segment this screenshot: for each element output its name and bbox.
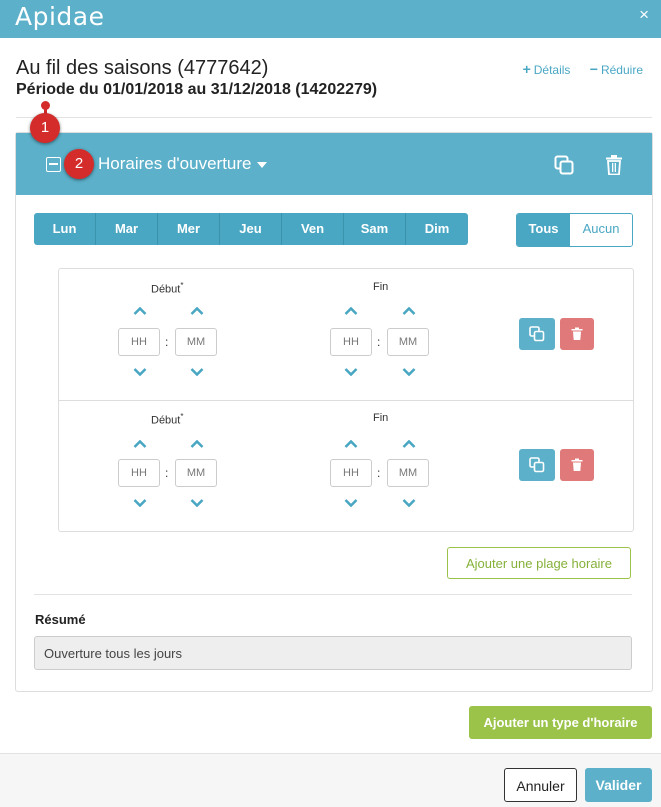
chevron-up-icon[interactable] [402,440,416,448]
time-separator: : [165,466,169,480]
duplicate-slot-button[interactable] [519,449,555,481]
summary-field: Ouverture tous les jours [34,636,632,670]
all-none-toggle: Tous Aucun [516,213,633,247]
chevron-down-icon[interactable] [190,368,204,376]
day-ven[interactable]: Ven [282,213,344,245]
start-label: Début* [151,281,184,296]
delete-slot-button[interactable] [560,318,594,350]
copy-icon [529,457,545,473]
time-separator: : [165,335,169,349]
chevron-down-icon[interactable] [133,368,147,376]
day-dim[interactable]: Dim [406,213,468,245]
chevron-up-icon[interactable] [133,440,147,448]
marker-pin-dot [41,101,50,110]
start-minute-input[interactable]: MM [175,328,217,356]
divider [16,117,652,118]
caret-down-icon [257,161,268,168]
day-jeu[interactable]: Jeu [220,213,282,245]
chevron-up-icon[interactable] [402,307,416,315]
day-mer[interactable]: Mer [158,213,220,245]
marker-1: 1 [30,113,60,143]
start-minute-input[interactable]: MM [175,459,217,487]
divider [34,594,632,595]
chevron-down-icon[interactable] [190,499,204,507]
validate-button[interactable]: Valider [585,768,652,802]
close-icon[interactable]: × [639,5,649,25]
panel-header: Horaires d'ouverture [16,133,652,195]
period-subtitle: Période du 01/01/2018 au 31/12/2018 (142… [16,81,378,98]
chevron-up-icon[interactable] [344,440,358,448]
time-separator: : [377,335,381,349]
divider [59,400,633,401]
add-schedule-type-button[interactable]: Ajouter un type d'horaire [469,706,652,739]
day-sam[interactable]: Sam [344,213,406,245]
header-links: + Détails − Réduire [507,61,643,77]
cancel-button[interactable]: Annuler [504,768,577,802]
end-minute-input[interactable]: MM [387,328,429,356]
add-time-slot-button[interactable]: Ajouter une plage horaire [447,547,631,579]
chevron-down-icon[interactable] [402,368,416,376]
summary-label: Résumé [35,612,86,627]
copy-icon[interactable] [554,155,574,175]
all-days-button[interactable]: Tous [517,214,570,246]
chevron-down-icon[interactable] [344,499,358,507]
panel-title-dropdown[interactable]: Horaires d'ouverture [98,154,268,174]
chevron-up-icon[interactable] [190,440,204,448]
trash-icon[interactable] [606,155,622,175]
page-title: Au fil des saisons (4777642) [16,57,269,79]
start-hour-input[interactable]: HH [118,459,160,487]
copy-icon [529,326,545,342]
end-label: Fin [373,412,389,424]
reduce-link[interactable]: − Réduire [589,61,643,77]
details-link[interactable]: + Détails [522,61,571,77]
day-lun[interactable]: Lun [34,213,96,245]
minus-icon: − [589,61,598,77]
collapse-icon[interactable] [46,157,61,172]
weekday-selector: Lun Mar Mer Jeu Ven Sam Dim [34,213,468,245]
chevron-down-icon[interactable] [344,368,358,376]
time-separator: : [377,466,381,480]
chevron-up-icon[interactable] [190,307,204,315]
marker-2: 2 [64,149,94,179]
plus-icon: + [522,61,531,77]
apidae-logo: Apidae [15,2,105,31]
end-hour-input[interactable]: HH [330,459,372,487]
window-titlebar: Apidae × [0,0,661,38]
chevron-down-icon[interactable] [402,499,416,507]
no-days-button[interactable]: Aucun [570,214,632,246]
day-mar[interactable]: Mar [96,213,158,245]
end-label: Fin [373,281,389,293]
end-hour-input[interactable]: HH [330,328,372,356]
chevron-down-icon[interactable] [133,499,147,507]
start-label: Début* [151,412,184,427]
duplicate-slot-button[interactable] [519,318,555,350]
trash-icon [571,458,583,471]
trash-icon [571,327,583,340]
delete-slot-button[interactable] [560,449,594,481]
chevron-up-icon[interactable] [344,307,358,315]
start-hour-input[interactable]: HH [118,328,160,356]
chevron-up-icon[interactable] [133,307,147,315]
end-minute-input[interactable]: MM [387,459,429,487]
